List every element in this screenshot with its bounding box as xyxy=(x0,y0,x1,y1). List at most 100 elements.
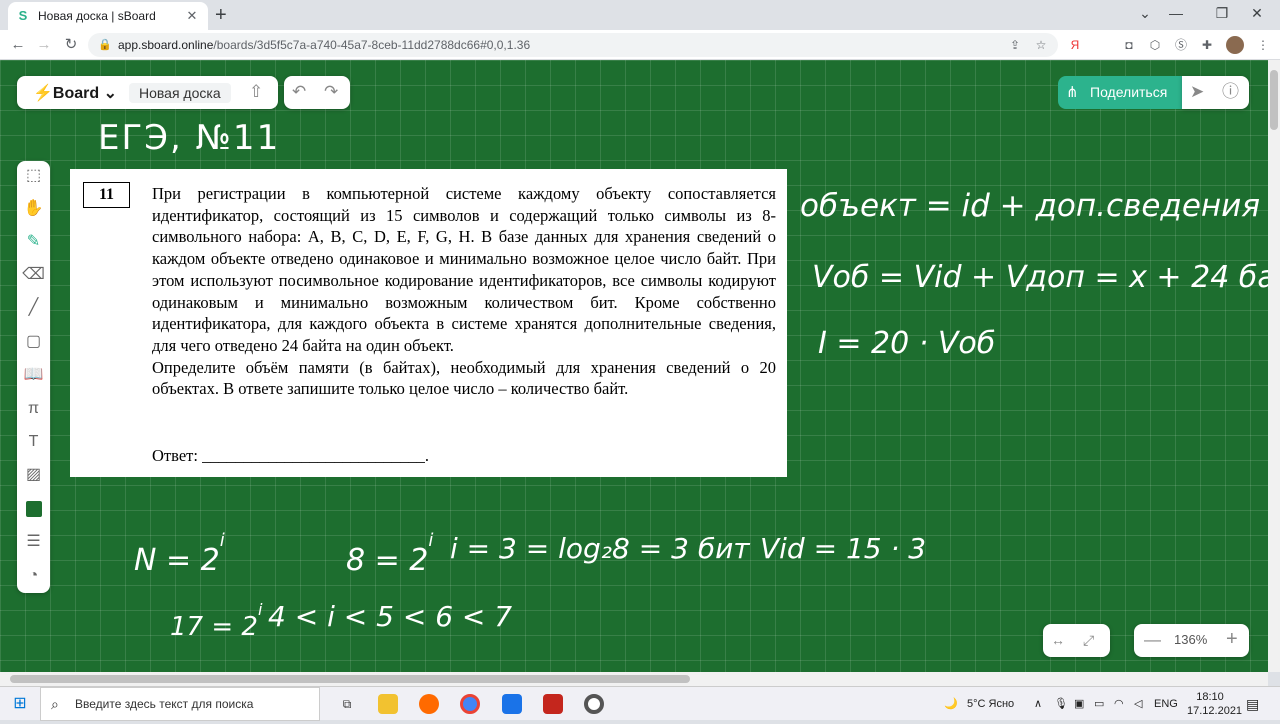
undo-icon[interactable]: ↶ xyxy=(292,82,306,102)
rectangle-icon[interactable]: ▢ xyxy=(17,329,50,355)
recorder-icon[interactable] xyxy=(584,694,604,714)
language-indicator[interactable]: ENG xyxy=(1154,687,1178,721)
tab-title: Новая доска | sBoard xyxy=(38,9,156,23)
url-input[interactable]: 🔒 app.sboard.online/boards/3d5f5c7a-a740… xyxy=(88,33,1058,57)
whiteboard-canvas[interactable]: ЕГЭ, №11 11 При регистрации в компьютерн… xyxy=(0,60,1268,672)
pen-icon[interactable]: ✎ xyxy=(17,229,50,255)
task-text: При регистрации в компьютерной системе к… xyxy=(152,183,776,400)
close-tab-icon[interactable]: ✕ xyxy=(184,8,200,24)
fullscreen-icon[interactable]: ⤢ xyxy=(1083,630,1094,650)
share-button-label: Поделиться xyxy=(1090,84,1168,100)
camera-icon[interactable]: ▣ xyxy=(1074,687,1084,721)
firefox-icon[interactable] xyxy=(419,694,439,714)
handwritten-line-3: I = 20 · Vоб xyxy=(818,326,996,361)
answer-line: Ответ: ___________________________. xyxy=(152,446,429,465)
cursor-select-icon[interactable]: ⬚ xyxy=(17,163,50,189)
upload-icon[interactable]: ⇧ xyxy=(249,82,263,102)
share-icon: ⋔ xyxy=(1066,84,1079,101)
taskbar-search-input[interactable]: ⌕ Введите здесь текст для поиска xyxy=(40,687,320,721)
address-bar: ← → ↻ 🔒 app.sboard.online/boards/3d5f5c7… xyxy=(0,30,1280,60)
cube-extension-icon[interactable]: ⬡ xyxy=(1146,36,1164,54)
close-window-icon[interactable]: ✕ xyxy=(1234,0,1280,30)
volume-icon[interactable]: ◁ xyxy=(1134,687,1142,721)
shield-extension-icon[interactable]: ◘ xyxy=(1120,36,1138,54)
handwritten-line-2: Vоб = Vid + Vдоп = x + 24 байт xyxy=(812,260,1268,295)
horizontal-scrollbar[interactable] xyxy=(0,672,1268,686)
star-icon[interactable]: ☆ xyxy=(1032,36,1050,54)
microphone-icon[interactable]: 🎙 xyxy=(1054,687,1068,721)
back-arrow-icon[interactable]: ← xyxy=(8,35,28,55)
pi-icon[interactable]: π xyxy=(17,396,50,422)
clock[interactable]: 18:10 17.12.2021 xyxy=(1187,690,1243,724)
menu-dots-icon[interactable]: ⋮ xyxy=(1254,36,1272,54)
file-explorer-icon[interactable] xyxy=(378,694,398,714)
wifi-icon[interactable]: ◠ xyxy=(1114,687,1124,721)
lock-icon: 🔒 xyxy=(98,39,112,51)
url-host: app.sboard.online xyxy=(118,38,214,52)
share-button[interactable]: ⋔ Поделиться xyxy=(1058,76,1182,109)
tray-chevron-icon[interactable]: ∧ xyxy=(1034,687,1042,721)
line-icon[interactable]: ╱ xyxy=(17,295,50,321)
vertical-scrollbar[interactable] xyxy=(1268,60,1280,672)
zoom-in-icon[interactable]: + xyxy=(1226,629,1238,649)
zoom-app-icon[interactable] xyxy=(502,694,522,714)
help-icon[interactable]: ⓘ xyxy=(1222,82,1239,102)
reload-icon[interactable]: ↻ xyxy=(61,35,81,55)
windows-start-icon[interactable]: ⊞ xyxy=(10,694,30,714)
task-view-icon[interactable]: ⧉ xyxy=(337,694,357,714)
text-icon[interactable]: T xyxy=(17,429,50,455)
layers-icon[interactable]: ☰ xyxy=(17,529,50,555)
book-icon[interactable]: 📖 xyxy=(17,362,50,388)
fit-panel: ↔ ⤢ xyxy=(1043,624,1110,657)
zoom-panel: — 136% + xyxy=(1134,624,1249,657)
yandex-icon[interactable]: Я xyxy=(1066,36,1084,54)
pdf-app-icon[interactable] xyxy=(543,694,563,714)
task-card[interactable]: 11 При регистрации в компьютерной систем… xyxy=(70,169,787,477)
minimize-icon[interactable]: — xyxy=(1153,0,1199,30)
sboard-logo[interactable]: ⚡Board ⌄ xyxy=(33,83,117,103)
share-page-icon[interactable]: ⇪ xyxy=(1006,36,1024,54)
undo-redo-panel: ↶ ↷ xyxy=(284,76,350,109)
share-extras-panel: ➤ ⓘ xyxy=(1182,76,1249,109)
new-tab-icon[interactable]: + xyxy=(215,5,227,25)
horizontal-scroll-thumb[interactable] xyxy=(10,675,690,683)
clock-date: 17.12.2021 xyxy=(1187,705,1243,717)
notifications-icon[interactable]: ▤ xyxy=(1246,687,1259,721)
pointer-icon[interactable]: ➤ xyxy=(1190,82,1204,102)
zoom-level[interactable]: 136% xyxy=(1174,632,1207,647)
vertical-scroll-thumb[interactable] xyxy=(1270,70,1278,130)
color-swatch-icon[interactable] xyxy=(17,496,50,522)
s-extension-icon[interactable]: Ⓢ xyxy=(1172,36,1190,54)
sboard-favicon-icon: S xyxy=(18,8,28,23)
handwritten-formula-vid: Vid = 15 · 3 xyxy=(760,532,927,565)
weather-icon[interactable]: 🌙 xyxy=(944,687,958,721)
handwritten-formula-n: N = 2i xyxy=(134,530,225,578)
network-icon[interactable]: ▭ xyxy=(1094,687,1104,721)
image-icon[interactable]: ▨ xyxy=(17,462,50,488)
fit-width-icon[interactable]: ↔ xyxy=(1051,630,1065,650)
browser-tab[interactable]: S Новая доска | sBoard ✕ xyxy=(8,2,208,30)
handwritten-inequality: 4 < i < 5 < 6 < 7 xyxy=(268,600,513,633)
board-header-panel: ⚡Board ⌄ Новая доска ⇧ xyxy=(17,76,278,109)
handwritten-formula-8: 8 = 2i xyxy=(346,530,434,578)
search-placeholder: Введите здесь текст для поиска xyxy=(75,697,254,711)
handwritten-line-1: объект = id + доп.сведения xyxy=(800,188,1260,224)
hand-icon[interactable]: ✋ xyxy=(17,196,50,222)
eraser-icon[interactable]: ⌫ xyxy=(17,262,50,288)
puzzle-icon[interactable]: ✚ xyxy=(1198,36,1216,54)
avatar[interactable] xyxy=(1226,36,1244,54)
redo-icon[interactable]: ↷ xyxy=(324,82,338,102)
task-paragraph-1: При регистрации в компьютерной системе к… xyxy=(152,184,776,355)
url-path: /boards/3d5f5c7a-a740-45a7-8ceb-11dd2788… xyxy=(213,38,531,52)
task-number: 11 xyxy=(83,182,130,208)
handwritten-formula-17: 17 = 2i xyxy=(170,600,263,642)
weather-text[interactable]: 5°C Ясно xyxy=(967,687,1014,721)
task-paragraph-2: Определите объём памяти (в байтах), необ… xyxy=(152,357,776,399)
board-name[interactable]: Новая доска xyxy=(129,83,231,103)
palette-icon[interactable]: ◔ xyxy=(17,563,50,589)
forward-arrow-icon[interactable]: → xyxy=(34,35,54,55)
chrome-icon[interactable] xyxy=(460,694,480,714)
zoom-out-icon[interactable]: — xyxy=(1144,630,1161,650)
handwritten-title: ЕГЭ, №11 xyxy=(98,118,281,158)
search-icon: ⌕ xyxy=(51,696,59,712)
